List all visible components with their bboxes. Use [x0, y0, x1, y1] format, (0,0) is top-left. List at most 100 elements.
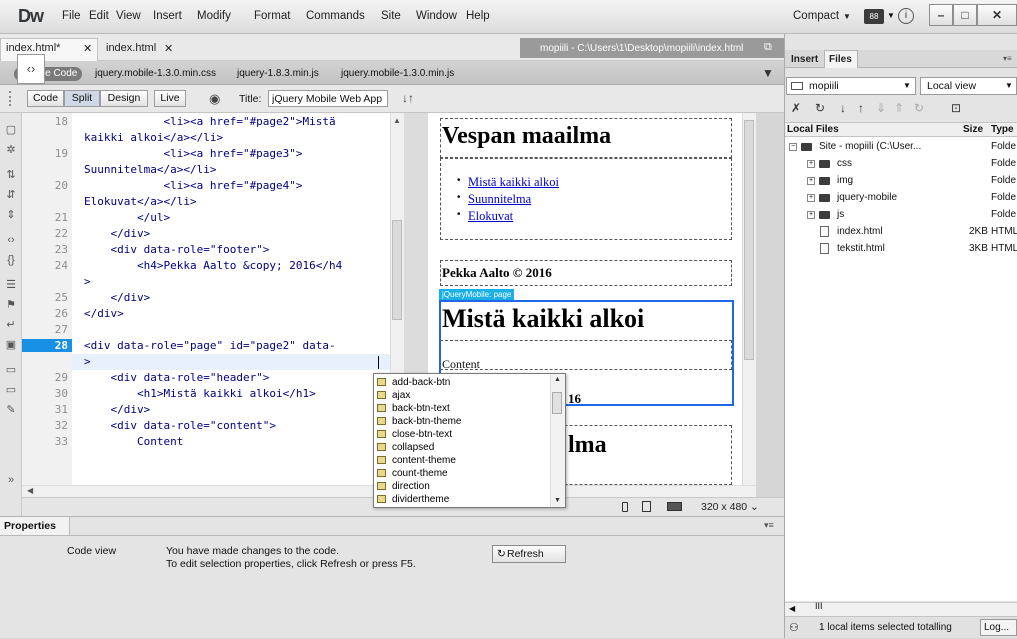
- close-button[interactable]: ✕: [977, 4, 1017, 26]
- file-row[interactable]: − Site - mopiili (C:\User... Folde: [785, 139, 1017, 155]
- code-line[interactable]: Content: [84, 435, 183, 448]
- scroll-down-icon[interactable]: ▼: [554, 497, 561, 504]
- info-icon[interactable]: i: [898, 8, 914, 24]
- menu-modify[interactable]: Modify: [197, 10, 231, 22]
- close-icon[interactable]: ✕: [83, 42, 92, 55]
- menu-edit[interactable]: Edit: [89, 10, 109, 22]
- code-hint-item[interactable]: dividertheme: [392, 494, 449, 505]
- highlight-invalid-code-icon[interactable]: ⚑: [4, 298, 18, 312]
- split-view-button[interactable]: Split: [64, 90, 100, 107]
- scroll-left-icon[interactable]: ◀: [27, 486, 33, 495]
- scrollbar-grip[interactable]: III: [815, 601, 823, 611]
- related-file[interactable]: jquery.mobile-1.3.0.min.css: [95, 68, 216, 79]
- scroll-left-icon[interactable]: ◀: [789, 604, 795, 613]
- related-file[interactable]: jquery.mobile-1.3.0.min.js: [341, 68, 454, 79]
- expand-toggle-icon[interactable]: −: [789, 143, 797, 151]
- menu-insert[interactable]: Insert: [153, 10, 182, 22]
- code-line[interactable]: <h1>Mistä kaikki alkoi</h1>: [84, 387, 316, 400]
- extension-manager-icon[interactable]: 88: [864, 9, 884, 24]
- file-tree[interactable]: − Site - mopiili (C:\User... Folde + css Fold…: [785, 137, 1017, 601]
- code-line[interactable]: kaikki alkoi</a></li>: [84, 131, 223, 144]
- type-header[interactable]: Type: [991, 124, 1014, 135]
- scroll-up-icon[interactable]: ▲: [393, 116, 401, 125]
- select-parent-tag-icon[interactable]: ‹›: [4, 233, 18, 247]
- expand-toggle-icon[interactable]: +: [807, 177, 815, 185]
- local-files-header[interactable]: Local Files: [787, 124, 839, 135]
- code-view-button[interactable]: Code: [27, 90, 64, 107]
- related-file[interactable]: jquery-1.8.3.min.js: [237, 68, 319, 79]
- more-tools-icon[interactable]: »: [4, 473, 18, 487]
- code-hint-item[interactable]: count-theme: [392, 468, 448, 479]
- code-lines[interactable]: 18 <li><a href="#page2">Mistä kaikki alko…: [22, 113, 390, 485]
- menu-window[interactable]: Window: [416, 10, 457, 22]
- properties-tab[interactable]: Properties: [0, 517, 70, 535]
- maximize-button[interactable]: □: [953, 4, 977, 26]
- code-hint-item[interactable]: collapsed: [392, 442, 434, 453]
- code-line[interactable]: >: [84, 355, 91, 368]
- code-hint-item[interactable]: direction: [392, 481, 430, 492]
- code-line[interactable]: <div data-role="content">: [84, 419, 276, 432]
- code-hint-item[interactable]: content-theme: [392, 455, 456, 466]
- chevron-down-icon[interactable]: ▼: [887, 11, 895, 20]
- wrap-tag-icon[interactable]: ✎: [4, 403, 18, 417]
- menu-commands[interactable]: Commands: [306, 10, 365, 22]
- code-line[interactable]: <div data-role="header">: [84, 371, 269, 384]
- design-view-button[interactable]: Design: [100, 90, 148, 107]
- code-hints-popup[interactable]: add-back-btn ajax back-btn-text back-btn-th…: [373, 373, 566, 508]
- menu-view[interactable]: View: [116, 10, 141, 22]
- code-hint-item[interactable]: ajax: [392, 390, 410, 401]
- code-line[interactable]: Suunnitelma</a></li>: [84, 163, 216, 176]
- menu-format[interactable]: Format: [254, 10, 290, 22]
- menu-site[interactable]: Site: [381, 10, 401, 22]
- syntax-coloring-icon[interactable]: ▣: [4, 338, 18, 352]
- files-horizontal-scrollbar[interactable]: ◀ III: [785, 601, 1017, 616]
- filter-icon[interactable]: ▼: [762, 66, 774, 80]
- size-header[interactable]: Size: [963, 124, 983, 135]
- sort-icon[interactable]: ↓↑: [402, 91, 414, 105]
- hints-scrollbar-thumb[interactable]: [552, 392, 562, 414]
- code-line[interactable]: >: [84, 275, 91, 288]
- connect-icon[interactable]: ✗: [791, 101, 801, 115]
- line-numbers-icon[interactable]: ☰: [4, 278, 18, 292]
- minimize-button[interactable]: –: [929, 4, 953, 26]
- scroll-up-icon[interactable]: ▲: [554, 376, 561, 383]
- title-input[interactable]: [268, 90, 388, 107]
- code-line[interactable]: </ul>: [84, 211, 170, 224]
- code-line[interactable]: <div data-role="footer">: [84, 243, 269, 256]
- restore-document-icon[interactable]: ⧉: [764, 41, 772, 54]
- expand-panel-icon[interactable]: ⊡: [951, 101, 961, 115]
- panel-menu-icon[interactable]: ▾≡: [764, 520, 774, 531]
- code-line[interactable]: Elokuvat</a></li>: [84, 195, 197, 208]
- collapse-full-tag-icon[interactable]: ⇅: [4, 168, 18, 182]
- tab-files[interactable]: Files: [829, 54, 852, 65]
- code-hint-item[interactable]: back-btn-theme: [392, 416, 461, 427]
- refresh-button[interactable]: ↻ Refresh: [492, 545, 566, 563]
- check-in-icon[interactable]: ⇑: [894, 101, 904, 115]
- code-horizontal-scrollbar[interactable]: [22, 485, 408, 497]
- expand-toggle-icon[interactable]: +: [807, 211, 815, 219]
- expand-toggle-icon[interactable]: +: [807, 160, 815, 168]
- code-line[interactable]: <h4>Pekka Aalto &copy; 2016</h4: [84, 259, 342, 272]
- balance-braces-icon[interactable]: {}: [4, 253, 18, 267]
- file-row[interactable]: index.html 2KB HTML: [785, 224, 1017, 240]
- check-out-icon[interactable]: ⇓: [876, 101, 886, 115]
- code-hint-item[interactable]: add-back-btn: [392, 377, 450, 388]
- code-line[interactable]: </div>: [84, 227, 150, 240]
- workspace-switcher[interactable]: Compact ▼: [793, 10, 851, 22]
- code-line[interactable]: <div data-role="page" id="page2" data-: [84, 339, 336, 352]
- apply-comment-icon[interactable]: ▭: [4, 363, 18, 377]
- view-select[interactable]: Local view ▼: [920, 77, 1017, 95]
- code-hint-item[interactable]: close-btn-text: [392, 429, 452, 440]
- show-code-navigator-icon[interactable]: ✲: [4, 143, 18, 157]
- nav-link-mista[interactable]: Mistä kaikki alkoi: [468, 175, 559, 189]
- tab-insert[interactable]: Insert: [791, 54, 818, 65]
- menu-file[interactable]: File: [62, 10, 81, 22]
- code-line[interactable]: </div>: [84, 403, 150, 416]
- code-line[interactable]: </div>: [84, 291, 150, 304]
- file-row[interactable]: + jquery-mobile Folde: [785, 190, 1017, 206]
- collapse-selection-icon[interactable]: ⇵: [4, 188, 18, 202]
- synchronize-icon[interactable]: ↻: [914, 101, 924, 115]
- expand-toggle-icon[interactable]: +: [807, 194, 815, 202]
- code-line[interactable]: <li><a href="#page3">: [84, 147, 302, 160]
- code-line[interactable]: <li><a href="#page2">Mistä: [84, 115, 335, 128]
